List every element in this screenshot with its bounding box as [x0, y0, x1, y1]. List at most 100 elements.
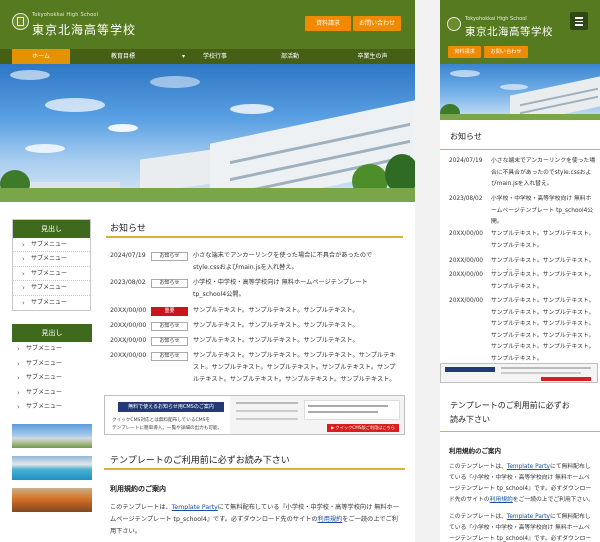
news-date: 20XX/00/00: [110, 352, 147, 359]
news-category-badge: お知らせ: [151, 279, 188, 288]
terms-subheading: 利用規約のご案内: [110, 485, 166, 493]
sidebar-item[interactable]: サブメニュー: [12, 400, 92, 415]
sidebar-photo-library[interactable]: [12, 488, 92, 512]
site-subtitle: Tokyohokkai High School: [32, 12, 99, 18]
sidebar-item[interactable]: サブメニュー: [12, 386, 92, 401]
banner-line: テンプレートに簡単導入。一覧や詳細の出力も可能。: [112, 426, 223, 431]
main-nav: ホーム 教育目標 ▾ 学校行事 部活動 卒業生の声: [0, 49, 415, 64]
news-item: 2023/08/02 小学校・中学校・高等学校向け 無料ホームページテンプレート…: [449, 194, 599, 225]
site-title[interactable]: 東京北海高等学校: [32, 21, 136, 38]
news-text[interactable]: 小学校・中学校・高等学校向け 無料ホームページテンプレート tp_school4…: [491, 194, 597, 229]
news-item: 20XX/00/00 お知らせ サンプルテキスト。サンプルテキスト。サンプルテキ…: [110, 350, 405, 394]
cms-banner[interactable]: [440, 363, 598, 383]
terms-paragraph-2: このテンプレートは、Template Partyにて無料配布している『小学校・中…: [449, 514, 592, 542]
news-category-badge: お知らせ: [151, 322, 188, 331]
news-item: 20XX/00/00 重要 サンプルテキスト。サンプルテキスト。サンプルテキスト…: [110, 305, 405, 317]
contact-button[interactable]: お問い合わせ: [484, 46, 528, 58]
news-date: 2024/07/19: [110, 252, 146, 259]
hamburger-menu-icon[interactable]: [570, 12, 588, 30]
news-item: 2023/08/02 お知らせ 小学校・中学校・高等学校向け 無料ホームページテ…: [110, 277, 405, 301]
mobile-view: Tokyohokkai High School 東京北海高等学校 資料請求 お問…: [440, 0, 600, 542]
mobile-template-heading: テンプレートのご利用前に必ずお 読み下さい: [440, 396, 600, 432]
sidebar-photo-campus[interactable]: [12, 424, 92, 448]
news-category-badge-important: 重要: [151, 307, 188, 316]
template-notice-heading: テンプレートのご利用前に必ずお読み下さい: [104, 448, 405, 470]
sidebar-photo-pool[interactable]: [12, 456, 92, 480]
nav-club-activities[interactable]: 部活動: [260, 49, 320, 64]
news-category-badge: お知らせ: [151, 252, 188, 261]
news-item: 20XX/00/00 お知らせ サンプルテキスト。サンプルテキスト。サンプルテキ…: [110, 335, 405, 347]
news-item: 20XX/00/00 お知らせ サンプルテキスト。サンプルテキスト。サンプルテキ…: [110, 320, 405, 332]
nav-school-events[interactable]: 学校行事: [185, 49, 245, 64]
school-emblem-icon[interactable]: [12, 13, 29, 30]
cms-banner[interactable]: 無料で使えるお知らせ用CMSのご案内 クイックCMS対応とは無料配布しているCM…: [104, 395, 405, 435]
mobile-header: Tokyohokkai High School 東京北海高等学校 資料請求 お問…: [440, 0, 600, 64]
news-heading: お知らせ: [106, 218, 403, 238]
terms-subheading: 利用規約のご案内: [449, 447, 501, 455]
contact-button[interactable]: お問い合わせ: [353, 16, 401, 31]
sidebar-item[interactable]: サブメニュー: [13, 252, 90, 267]
cms-cta-button[interactable]: ▶ クイックCMS版ご利用はこちら: [327, 424, 399, 432]
news-date: 2023/08/02: [110, 279, 146, 286]
news-text[interactable]: 小さな端末でアンカーリンクを使った場合に不具合があったのでstyle.cssおよ…: [491, 156, 597, 191]
news-date: 20XX/00/00: [449, 272, 483, 278]
site-title[interactable]: 東京北海高等学校: [465, 24, 553, 39]
news-text[interactable]: 小学校・中学校・高等学校向け 無料ホームページテンプレート tp_school4…: [193, 277, 398, 301]
mobile-news-heading: お知らせ: [440, 126, 600, 150]
terms-paragraph: このテンプレートは、Template Partyにて無料配布している『小学校・中…: [449, 464, 594, 503]
sidebar-item[interactable]: サブメニュー: [12, 357, 92, 372]
news-date: 2023/08/02: [449, 196, 483, 202]
banner-tag: 無料で使えるお知らせ用CMSのご案内: [118, 402, 224, 412]
news-date: 20XX/00/00: [110, 307, 147, 314]
news-date: 2024/07/19: [449, 158, 483, 164]
school-emblem-icon[interactable]: [447, 17, 461, 31]
news-text[interactable]: サンプルテキスト。サンプルテキスト。サンプルテキスト。サンプルテキスト。サンプル…: [491, 296, 597, 365]
news-category-badge: お知らせ: [151, 352, 188, 361]
nav-education-goals[interactable]: 教育目標: [93, 49, 153, 64]
sidebar-heading: 見出し: [13, 220, 90, 238]
template-party-link[interactable]: Template Party: [507, 464, 550, 470]
news-date: 20XX/00/00: [110, 322, 147, 329]
sidebar-item[interactable]: サブメニュー: [12, 342, 92, 357]
hero-image: [0, 64, 415, 202]
request-materials-button[interactable]: 資料請求: [305, 16, 351, 31]
sidebar-item[interactable]: サブメニュー: [13, 281, 90, 296]
news-date: 20XX/00/00: [449, 258, 483, 264]
news-date: 20XX/00/00: [449, 298, 483, 304]
template-party-link[interactable]: Template Party: [172, 504, 218, 511]
news-item: 20XX/00/00 サンプルテキスト。サンプルテキスト。サンプルテキスト。: [449, 229, 599, 253]
terms-link[interactable]: 利用規約: [490, 497, 513, 503]
news-date: 20XX/00/00: [449, 231, 483, 237]
desktop-view: Tokyohokkai High School 東京北海高等学校 資料請求 お問…: [0, 0, 415, 542]
news-text[interactable]: サンプルテキスト。サンプルテキスト。サンプルテキスト。サンプルテキスト。サンプル…: [193, 350, 398, 386]
news-date: 20XX/00/00: [110, 337, 147, 344]
news-item: 20XX/00/00 サンプルテキスト。サンプルテキスト。サンプルテキスト。サン…: [449, 296, 599, 362]
news-item: 2024/07/19 小さな端末でアンカーリンクを使った場合に不具合があったので…: [449, 156, 599, 192]
hero-image: [440, 64, 600, 120]
sidebar-heading: 見出し: [12, 324, 92, 342]
template-party-link[interactable]: Template Party: [507, 514, 550, 520]
news-text[interactable]: 小さな端末でアンカーリンクを使った場合に不具合があったのでstyle.cssおよ…: [193, 250, 398, 274]
news-category-badge: お知らせ: [151, 337, 188, 346]
news-text[interactable]: サンプルテキスト。サンプルテキスト。サンプルテキスト。: [491, 270, 597, 293]
banner-left: 無料で使えるお知らせ用CMSのご案内 クイックCMS対応とは無料配布しているCM…: [105, 396, 230, 434]
site-header: Tokyohokkai High School 東京北海高等学校 資料請求 お問…: [0, 0, 415, 49]
news-item: 20XX/00/00 サンプルテキスト。サンプルテキスト。サンプルテキスト。: [449, 270, 599, 294]
sidebar-menu-2: 見出し サブメニュー サブメニュー サブメニュー サブメニュー サブメニュー: [12, 324, 92, 416]
terms-link[interactable]: 利用規約: [318, 516, 343, 523]
request-materials-button[interactable]: 資料請求: [448, 46, 481, 58]
news-text[interactable]: サンプルテキスト。サンプルテキスト。サンプルテキスト。: [193, 320, 398, 332]
sidebar-menu-1: 見出し サブメニュー サブメニュー サブメニュー サブメニュー サブメニュー: [12, 219, 91, 311]
sidebar-item[interactable]: サブメニュー: [13, 267, 90, 282]
terms-paragraph: このテンプレートは、Template Partyにて無料配布している『小学校・中…: [110, 504, 399, 535]
nav-home[interactable]: ホーム: [12, 49, 70, 64]
sidebar-item[interactable]: サブメニュー: [13, 238, 90, 253]
news-item: 2024/07/19 お知らせ 小さな端末でアンカーリンクを使った場合に不具合が…: [110, 250, 405, 274]
sidebar-item[interactable]: サブメニュー: [13, 296, 90, 310]
site-subtitle: Tokyohokkai High School: [465, 16, 527, 22]
nav-graduate-voices[interactable]: 卒業生の声: [340, 49, 405, 64]
news-text[interactable]: サンプルテキスト。サンプルテキスト。サンプルテキスト。: [193, 305, 398, 317]
sidebar-item[interactable]: サブメニュー: [12, 371, 92, 386]
news-text[interactable]: サンプルテキスト。サンプルテキスト。サンプルテキスト。: [193, 335, 398, 347]
news-text[interactable]: サンプルテキスト。サンプルテキスト。サンプルテキスト。: [491, 229, 597, 252]
